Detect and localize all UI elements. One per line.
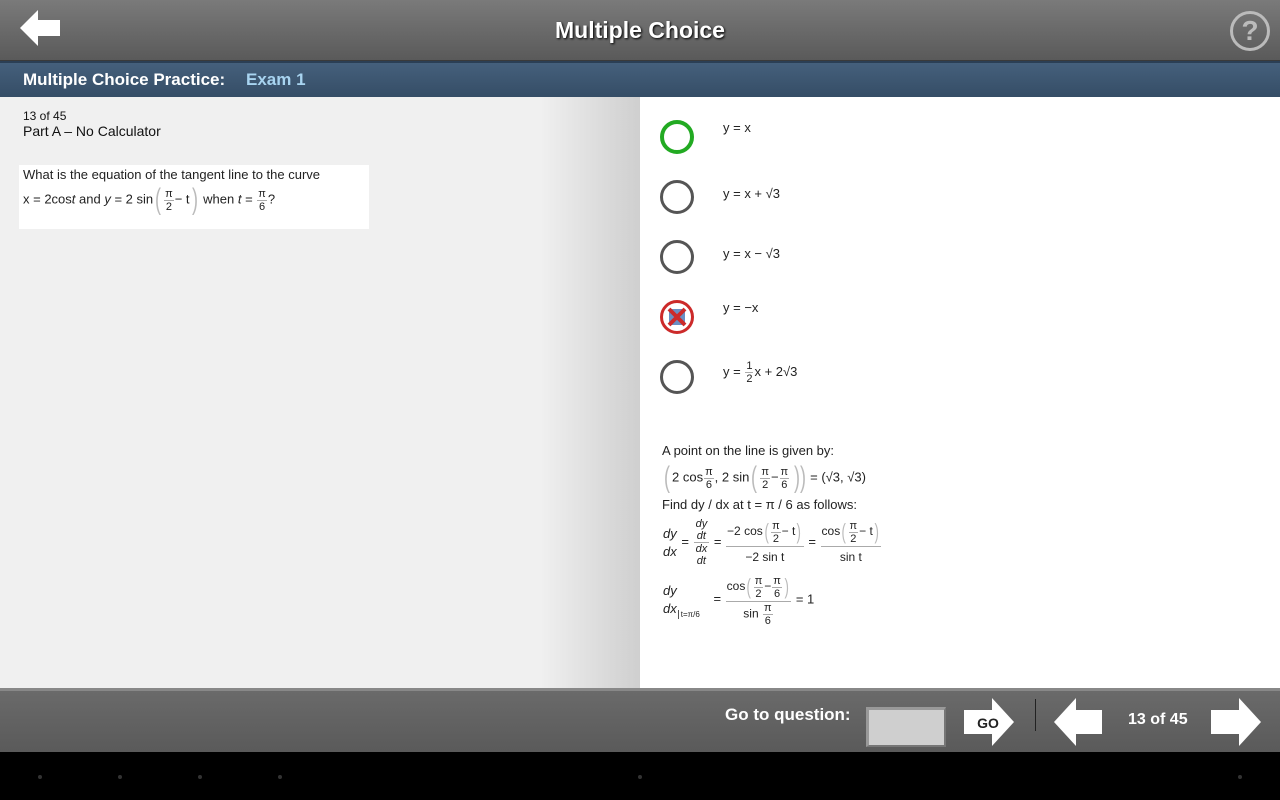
bottom-nav-bar: Go to question: GO 13 of 45 [0,688,1280,752]
wrong-answer-x-icon[interactable] [660,300,694,334]
question-text: What is the equation of the tangent line… [19,165,369,229]
question-counter: 13 of 45 [23,109,67,123]
help-icon[interactable]: ? [1230,11,1270,51]
next-question-arrow-icon[interactable] [1211,698,1261,746]
radio-icon[interactable] [660,360,694,394]
question-part: Part A – No Calculator [23,123,161,139]
radio-icon[interactable] [660,240,694,274]
go-to-question-label: Go to question: [725,705,851,724]
top-bar: Multiple Choice ? [0,0,1280,61]
answer-option[interactable]: y = x + √3 [660,180,1220,220]
answer-option[interactable]: y = x [660,120,1220,160]
answer-panel: y = x y = x + √3 y = x − √3 y = −x y = 1… [640,97,1280,688]
subheader: Multiple Choice Practice: Exam 1 [0,61,1280,97]
divider [1035,699,1036,731]
solution-explanation: A point on the line is given by: (2 cos π… [662,442,882,627]
go-button[interactable]: GO [964,698,1014,746]
answer-option[interactable]: y = 12x + 2√3 [660,360,1220,400]
question-panel: 13 of 45 Part A – No Calculator What is … [0,97,640,688]
page-title: Multiple Choice [555,17,725,43]
exam-label: Exam 1 [246,70,306,89]
answer-option[interactable]: y = x − √3 [660,240,1220,280]
practice-label: Multiple Choice Practice: [23,70,226,89]
question-number-input[interactable] [866,707,946,747]
svg-text:GO: GO [977,715,999,731]
radio-icon[interactable] [660,180,694,214]
question-counter: 13 of 45 [1128,711,1188,728]
answer-option[interactable]: y = −x [660,300,1220,340]
previous-question-arrow-icon[interactable] [1054,698,1104,746]
correct-radio-icon[interactable] [660,120,694,154]
question-line: What is the equation of the tangent line… [23,167,321,182]
question-equation: x = 2cost and y = 2 sin(π 2− t) when t = … [23,183,276,216]
